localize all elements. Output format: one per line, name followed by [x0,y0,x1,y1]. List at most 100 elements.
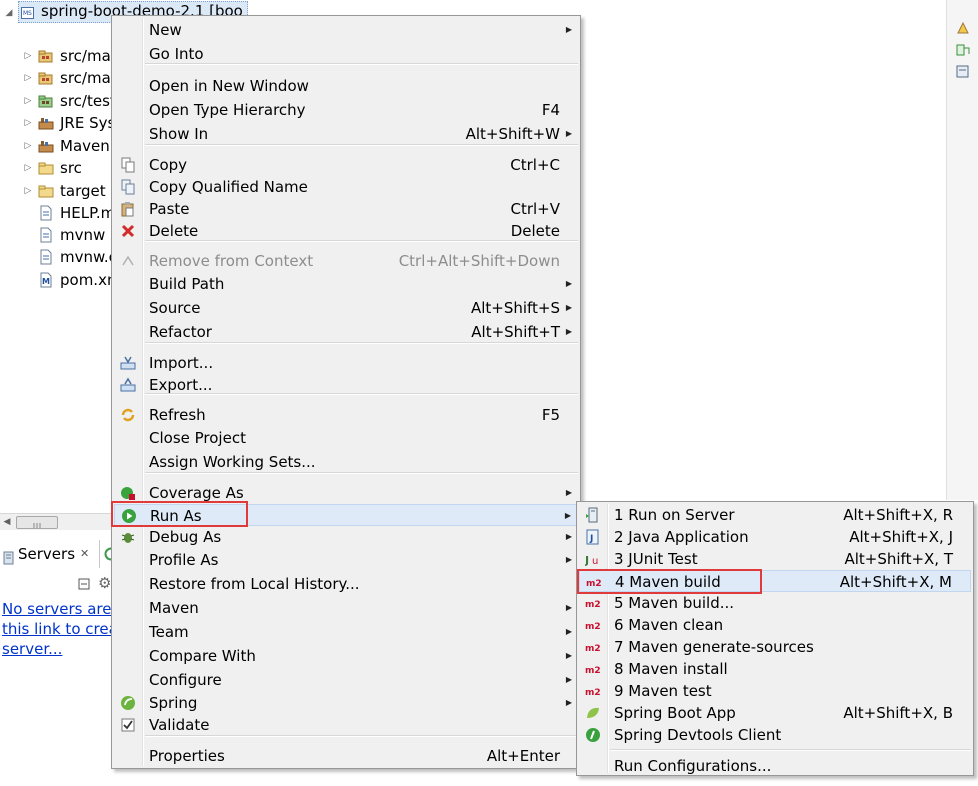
library-icon [38,138,54,153]
menu-item-label: Spring Boot App [614,704,736,722]
scrollbar-thumb[interactable] [16,516,58,529]
file-icon [38,205,52,221]
run-as-item-3-junit-test[interactable]: Ju 3 JUnit Test Alt+Shift+X, T [579,548,971,570]
tree-item-label: src/test [60,92,116,110]
run-as-item-spring-boot-app[interactable]: Spring Boot App Alt+Shift+X, B [579,702,971,724]
context-menu-item-open-type-hierarchy[interactable]: Open Type Hierarchy F4 [114,99,578,121]
expand-twisty-icon[interactable]: ▷ [23,90,33,112]
run-as-item-1-run-on-server[interactable]: 1 Run on Server Alt+Shift+X, R [579,504,971,526]
context-menu-item-refresh[interactable]: Refresh F5 [114,404,578,426]
expand-twisty-icon[interactable]: ▷ [23,180,33,202]
submenu-arrow-icon: ▶ [564,511,571,520]
run-as-item-5-maven-build[interactable]: m2 5 Maven build... [579,592,971,614]
menu-item-shortcut: Delete [510,222,560,240]
tree-item-label: mvnw.c [60,248,117,266]
context-menu-item-refactor[interactable]: Refactor Alt+Shift+T ▶ [114,321,578,343]
no-servers-link-line-2[interactable]: this link to crea [2,620,118,638]
context-menu-item-copy[interactable]: Copy Ctrl+C [114,154,578,176]
file-icon [38,249,52,265]
context-menu-item-new[interactable]: New ▶ [114,19,578,41]
gear-icon[interactable]: ⚙ [98,574,111,592]
menu-item-label: Copy [149,156,188,174]
expand-twisty-icon[interactable]: ▷ [23,157,33,179]
menu-separator [145,393,578,395]
scroll-left-icon[interactable]: ◀ [0,514,14,530]
context-menu-item-configure[interactable]: Configure ▶ [114,669,578,691]
menu-item-label: Paste [149,200,190,218]
context-menu-item-maven[interactable]: Maven ▶ [114,597,578,619]
submenu-arrow-icon: ▶ [565,327,572,336]
context-menu-item-properties[interactable]: Properties Alt+Enter [114,745,578,767]
run-as-item-run-configurations[interactable]: Run Configurations... [579,755,971,777]
menu-item-label: Refresh [149,406,206,424]
expand-twisty-icon[interactable]: ◢ [4,2,14,24]
context-menu-item-source[interactable]: Source Alt+Shift+S ▶ [114,297,578,319]
menu-item-shortcut: Alt+Shift+X, T [844,550,953,568]
context-menu-item-compare-with[interactable]: Compare With ▶ [114,645,578,667]
debug-view-icon[interactable] [955,64,971,80]
menu-item-label: Build Path [149,275,225,293]
context-menu-item-debug-as[interactable]: Debug As ▶ [114,526,578,548]
submenu-arrow-icon: ▶ [565,698,572,707]
no-servers-link-line-1[interactable]: No servers are [2,600,112,618]
context-menu-item-go-into[interactable]: Go Into [114,43,578,65]
run-as-item-spring-devtools-client[interactable]: Spring Devtools Client [579,724,971,746]
menu-item-shortcut: Alt+Shift+S [470,299,560,317]
run-as-item-2-java-application[interactable]: J 2 Java Application Alt+Shift+X, J [579,526,971,548]
menu-item-shortcut: F5 [541,406,560,424]
menu-item-shortcut: Alt+Shift+W [465,125,560,143]
java-app-icon: J [585,529,601,545]
context-menu-item-copy-qualified-name[interactable]: Copy Qualified Name [114,176,578,198]
run-as-item-8-maven-install[interactable]: m2 8 Maven install [579,658,971,680]
context-menu-item-profile-as[interactable]: Profile As ▶ [114,549,578,571]
context-menu-item-remove-from-context[interactable]: Remove from Context Ctrl+Alt+Shift+Down [114,250,578,272]
context-menu-item-open-in-new-window[interactable]: Open in New Window [114,75,578,97]
maven-pom-icon: M [38,272,52,288]
test-source-folder-icon [38,93,53,108]
context-menu-item-validate[interactable]: Validate [114,714,578,736]
java-perspective-icon[interactable] [955,20,971,36]
expand-twisty-icon[interactable]: ▷ [23,112,33,134]
no-servers-link-line-3[interactable]: server... [2,640,62,658]
expand-twisty-icon[interactable]: ▷ [23,45,33,67]
context-menu-item-close-project[interactable]: Close Project [114,427,578,449]
submenu-arrow-icon: ▶ [565,488,572,497]
copy-icon [120,157,136,173]
menu-separator [145,472,578,474]
export-icon [120,377,136,393]
menu-item-label: Open Type Hierarchy [149,101,306,119]
close-icon[interactable]: ✕ [80,540,89,568]
menu-item-label: Go Into [149,45,204,63]
menu-item-shortcut: Alt+Shift+X, R [843,506,953,524]
context-menu-item-delete[interactable]: Delete Delete [114,220,578,242]
context-menu-item-import[interactable]: Import... [114,352,578,374]
expand-twisty-icon[interactable]: ▷ [23,135,33,157]
menu-item-shortcut: Alt+Shift+X, B [843,704,953,722]
servers-tab[interactable]: Servers ✕ [0,540,100,568]
expand-twisty-icon[interactable]: ▷ [23,67,33,89]
run-as-highlight-box [111,501,248,527]
context-menu-item-restore-from-local-history[interactable]: Restore from Local History... [114,573,578,595]
minimize-view-icon[interactable] [78,576,90,594]
context-menu-item-show-in[interactable]: Show In Alt+Shift+W ▶ [114,123,578,145]
context-menu-item-assign-working-sets[interactable]: Assign Working Sets... [114,451,578,473]
tree-item-label: pom.xn [60,271,117,289]
context-menu-item-paste[interactable]: Paste Ctrl+V [114,198,578,220]
junit-view-icon[interactable] [955,42,971,58]
context-menu-item-team[interactable]: Team ▶ [114,621,578,643]
menu-separator [145,63,578,65]
menu-item-label: Run Configurations... [614,757,772,775]
folder-icon [38,160,54,175]
menu-item-label: Maven [149,599,199,617]
run-as-item-7-maven-generate-sources[interactable]: m2 7 Maven generate-sources [579,636,971,658]
svg-text:J: J [589,534,593,544]
run-as-submenu: 1 Run on Server Alt+Shift+X, R J 2 Java App… [576,501,974,776]
run-as-item-9-maven-test[interactable]: m2 9 Maven test [579,680,971,702]
menu-item-label: Properties [149,747,225,765]
context-menu-item-build-path[interactable]: Build Path ▶ [114,273,578,295]
run-as-item-6-maven-clean[interactable]: m2 6 Maven clean [579,614,971,636]
menu-item-label: 8 Maven install [614,660,728,678]
menu-separator [610,749,971,751]
context-menu-item-spring[interactable]: Spring ▶ [114,692,578,714]
file-icon [38,227,52,243]
